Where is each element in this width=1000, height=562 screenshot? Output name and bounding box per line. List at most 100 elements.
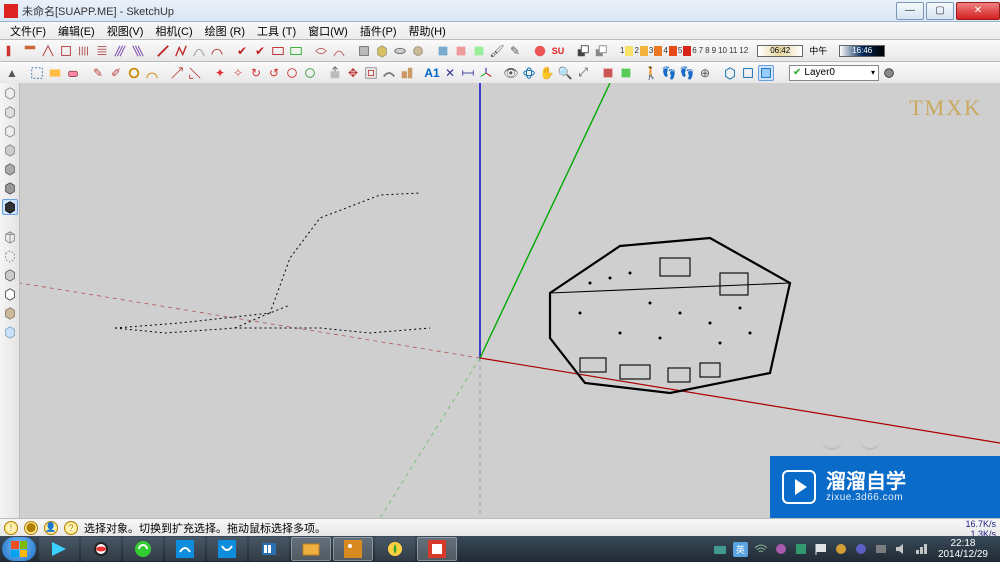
view-cube-icon[interactable]: [2, 142, 18, 158]
pencil-icon[interactable]: ✐: [108, 65, 124, 81]
circle-tool-icon[interactable]: [302, 65, 318, 81]
zoom-icon[interactable]: 🔍: [557, 65, 573, 81]
star-icon[interactable]: ✧: [230, 65, 246, 81]
task-item[interactable]: [123, 537, 163, 561]
tool-icon[interactable]: [94, 43, 110, 59]
menu-plugins[interactable]: 插件(P): [354, 23, 403, 39]
viewport[interactable]: TMXK: [20, 83, 1000, 518]
section-icon[interactable]: [618, 65, 634, 81]
menu-view[interactable]: 视图(V): [101, 23, 150, 39]
target-icon[interactable]: ⊕: [697, 65, 713, 81]
view-top-icon[interactable]: [740, 65, 756, 81]
tool-icon[interactable]: [130, 43, 146, 59]
scale-tool-icon[interactable]: [399, 65, 415, 81]
help-icon[interactable]: ?: [64, 521, 78, 535]
task-item[interactable]: [249, 537, 289, 561]
move-icon[interactable]: ✥: [345, 65, 361, 81]
section-icon[interactable]: [600, 65, 616, 81]
person-icon[interactable]: 🚶: [643, 65, 659, 81]
paint-icon[interactable]: [453, 43, 469, 59]
position-icon[interactable]: 👣: [679, 65, 695, 81]
pencil-icon[interactable]: ✎: [90, 65, 106, 81]
style-mono-icon[interactable]: [2, 286, 18, 302]
tool-icon[interactable]: [40, 43, 56, 59]
orbit-icon[interactable]: [521, 65, 537, 81]
dim-icon[interactable]: [460, 65, 476, 81]
tray-icon[interactable]: [854, 542, 868, 556]
tray-icon[interactable]: [713, 542, 727, 556]
style-hidden-icon[interactable]: [2, 248, 18, 264]
rotate-icon[interactable]: ↻: [248, 65, 264, 81]
text-icon[interactable]: A1: [424, 65, 440, 81]
arc-tool-icon[interactable]: [191, 43, 207, 59]
minimize-button[interactable]: —: [896, 2, 924, 20]
time-sunset[interactable]: 16:46: [839, 45, 885, 57]
rect-tool-icon[interactable]: [288, 43, 304, 59]
menu-help[interactable]: 帮助(H): [403, 23, 452, 39]
task-item[interactable]: [417, 537, 457, 561]
view-front-icon[interactable]: [758, 65, 774, 81]
task-item[interactable]: [207, 537, 247, 561]
network-icon[interactable]: [914, 542, 928, 556]
tape-icon[interactable]: [126, 65, 142, 81]
tray-icon[interactable]: [834, 542, 848, 556]
ime-indicator[interactable]: 英: [733, 542, 748, 557]
paint-icon[interactable]: [435, 43, 451, 59]
style-tex-icon[interactable]: [2, 305, 18, 321]
scale-icon[interactable]: [169, 65, 185, 81]
view-cube-icon[interactable]: [2, 85, 18, 101]
brush-icon[interactable]: ✎: [507, 43, 523, 59]
task-item[interactable]: [81, 537, 121, 561]
clock[interactable]: 22:18 2014/12/29: [934, 538, 992, 560]
view-cube-icon[interactable]: [2, 180, 18, 196]
walk-icon[interactable]: 👁: [503, 65, 519, 81]
shadow-toggle-icon[interactable]: [593, 43, 609, 59]
menu-tools[interactable]: 工具 (T): [251, 23, 302, 39]
tool-icon[interactable]: [4, 43, 20, 59]
tray-icon[interactable]: [874, 542, 888, 556]
rect-select-icon[interactable]: [29, 65, 45, 81]
paint-icon[interactable]: [471, 43, 487, 59]
circle-tool-icon[interactable]: [284, 65, 300, 81]
plugin-icon[interactable]: [532, 43, 548, 59]
tool-icon[interactable]: [22, 43, 38, 59]
offset-icon[interactable]: [363, 65, 379, 81]
look-icon[interactable]: 👣: [661, 65, 677, 81]
task-item[interactable]: [333, 537, 373, 561]
style-xray-icon[interactable]: [2, 324, 18, 340]
task-item[interactable]: [291, 537, 331, 561]
box-tool-icon[interactable]: [356, 43, 372, 59]
time-sunrise[interactable]: 06:42: [757, 45, 803, 57]
suapp-icon[interactable]: SU: [550, 43, 566, 59]
tray-icon[interactable]: [774, 542, 788, 556]
layer-manager-icon[interactable]: [881, 65, 897, 81]
line-tool-icon[interactable]: [155, 43, 171, 59]
view-cube-icon[interactable]: [2, 161, 18, 177]
task-item[interactable]: [165, 537, 205, 561]
view-iso-icon[interactable]: [722, 65, 738, 81]
freehand-tool-icon[interactable]: [209, 43, 225, 59]
task-item[interactable]: [39, 537, 79, 561]
scale-icon[interactable]: [187, 65, 203, 81]
brush-icon[interactable]: 🖌: [489, 43, 505, 59]
rotate-icon[interactable]: ↺: [266, 65, 282, 81]
status-icon[interactable]: 👤: [44, 521, 58, 535]
cylinder-tool-icon[interactable]: [392, 43, 408, 59]
eraser-icon[interactable]: [65, 65, 81, 81]
star-icon[interactable]: ✦: [212, 65, 228, 81]
flag-icon[interactable]: [814, 542, 828, 556]
menu-draw[interactable]: 绘图 (R): [199, 23, 251, 39]
sphere-tool-icon[interactable]: [410, 43, 426, 59]
style-shaded-icon[interactable]: [2, 267, 18, 283]
view-cube-icon[interactable]: [2, 104, 18, 120]
axes-icon[interactable]: [478, 65, 494, 81]
dimension-icon[interactable]: ✕: [442, 65, 458, 81]
tool-icon[interactable]: [112, 43, 128, 59]
layer-dropdown[interactable]: ✔ Layer0 ▾: [789, 65, 879, 81]
followme-icon[interactable]: [381, 65, 397, 81]
tool-icon[interactable]: [76, 43, 92, 59]
zoom-extents-icon[interactable]: ⤢: [575, 65, 591, 81]
close-button[interactable]: ✕: [956, 2, 1000, 20]
status-icon[interactable]: ⬤: [24, 521, 38, 535]
menu-camera[interactable]: 相机(C): [149, 23, 198, 39]
